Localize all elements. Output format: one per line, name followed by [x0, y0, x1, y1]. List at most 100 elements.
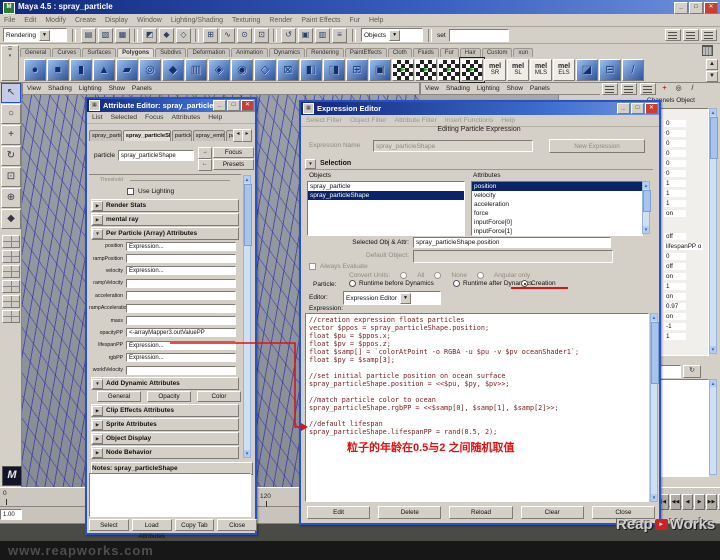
ex-menu-select-filter[interactable]: Select Filter: [306, 117, 342, 124]
layout-four-view-button[interactable]: [2, 250, 20, 263]
layer-list-scrollbar[interactable]: ▲: [709, 379, 717, 475]
poly-cone-icon[interactable]: ▲: [93, 59, 115, 81]
expand-icon[interactable]: ▶: [92, 420, 103, 430]
notes-area[interactable]: [89, 473, 251, 517]
presets-button[interactable]: Presets: [213, 159, 254, 170]
show-layer-editor-icon[interactable]: [621, 83, 637, 95]
playback-[interactable]: ▶: [694, 494, 705, 510]
default-object-field[interactable]: [413, 250, 613, 263]
move-tool[interactable]: +: [1, 125, 21, 145]
select-button[interactable]: Select: [89, 519, 129, 531]
panel-menu-view[interactable]: View: [425, 85, 439, 92]
menu-lighting-shading[interactable]: Lighting/Shading: [171, 17, 223, 24]
maximize-icon[interactable]: □: [227, 100, 240, 111]
quick-select-input[interactable]: [449, 29, 509, 42]
poly-cylinder-icon[interactable]: ▮: [70, 59, 92, 81]
mel-script-els-icon[interactable]: melELS: [553, 59, 575, 81]
ae-tab-spray-particle[interactable]: spray_particle: [89, 130, 122, 141]
selection-header[interactable]: ▼ Selection: [305, 158, 653, 170]
app-minimize-button[interactable]: _: [674, 2, 688, 14]
channel-value[interactable]: 1: [664, 333, 686, 340]
playback-[interactable]: ▶▶: [706, 494, 717, 510]
collapse-icon[interactable]: ▼: [92, 229, 103, 239]
opacity-button[interactable]: Opacity: [147, 391, 191, 402]
app-title-bar[interactable]: M Maya 4.5 : spray_particle _ □ ✕: [0, 0, 720, 14]
menu-fur[interactable]: Fur: [350, 17, 361, 24]
ae-menu-focus[interactable]: Focus: [145, 114, 164, 121]
menuset-dropdown[interactable]: Rendering ▼: [3, 28, 67, 42]
ae-tab-particle[interactable]: particle: [172, 130, 192, 141]
shelf-tab-custom[interactable]: Custom: [482, 48, 513, 57]
channel-value[interactable]: 0: [664, 150, 686, 157]
menu-create[interactable]: Create: [75, 17, 96, 24]
edit-button[interactable]: Edit: [307, 506, 370, 519]
expression-scrollbar[interactable]: ▲ ▼: [650, 313, 658, 502]
scroll-up-icon[interactable]: ▲: [244, 176, 250, 183]
close-button[interactable]: Close: [217, 519, 257, 531]
panel-menu-lighting[interactable]: Lighting: [79, 85, 102, 92]
objects-list[interactable]: spray_particlespray_particleShape: [307, 181, 465, 236]
ae-section-render-stats[interactable]: ▶Render Stats: [91, 199, 239, 212]
shelf-tab-xun[interactable]: xun: [513, 48, 533, 57]
render-flag-icon-2[interactable]: ▸: [415, 59, 437, 81]
convert-units-all-radio[interactable]: [400, 272, 407, 279]
scroll-down-icon[interactable]: ▼: [244, 450, 250, 457]
close-icon[interactable]: ✕: [241, 100, 254, 111]
ipr-render-icon[interactable]: ▥: [315, 28, 330, 43]
channel-value[interactable]: on: [664, 273, 686, 280]
poly-helix-icon[interactable]: ◈: [208, 59, 230, 81]
expand-icon[interactable]: ▶: [92, 215, 103, 225]
expression-name-field[interactable]: spray_particleShape: [373, 140, 533, 152]
channel-menu-object[interactable]: Object: [676, 97, 695, 104]
channel-value[interactable]: lifespanPP o: [664, 243, 703, 250]
ae-menu-attributes[interactable]: Attributes: [172, 114, 201, 121]
ae-attr-field[interactable]: [126, 316, 236, 325]
shelf-tab-fluids[interactable]: Fluids: [413, 48, 439, 57]
pin-out-icon[interactable]: ←: [198, 159, 212, 171]
playback-[interactable]: ◀: [682, 494, 693, 510]
ex-menu-help[interactable]: Help: [501, 117, 515, 124]
minimize-icon[interactable]: _: [213, 100, 226, 111]
channel-value[interactable]: on: [664, 293, 686, 300]
poly-prism-icon[interactable]: ◆: [162, 59, 184, 81]
shelf-tab-fur[interactable]: Fur: [440, 48, 459, 57]
maximize-icon[interactable]: □: [631, 103, 644, 114]
ae-section-clip-effects-attributes[interactable]: ▶Clip Effects Attributes: [91, 404, 239, 417]
ae-section-per-particle-attributes[interactable]: ▼ Per Particle (Array) Attributes: [91, 227, 239, 240]
channel-value[interactable]: on: [664, 210, 686, 217]
select-hierarchy-icon[interactable]: ◩: [142, 28, 157, 43]
ae-attr-field[interactable]: Expression...: [126, 341, 236, 350]
object-item-spray-particleshape[interactable]: spray_particleShape: [308, 191, 464, 200]
layout-persp-multi-button[interactable]: [2, 310, 20, 323]
panel-menu-panels[interactable]: Panels: [530, 85, 550, 92]
render-current-frame-icon[interactable]: ▣: [298, 28, 313, 43]
attribute-item-inputforce-1[interactable]: inputForce[1]: [472, 227, 642, 236]
focus-button[interactable]: Focus: [213, 147, 254, 158]
show-tool-settings-icon[interactable]: [683, 29, 699, 41]
node-name-field[interactable]: spray_particleShape: [118, 150, 194, 161]
ae-section-node-behavior[interactable]: ▶Node Behavior: [91, 446, 239, 459]
selected-obj-attr-field[interactable]: spray_particleShape.position: [413, 237, 611, 248]
shelf-tab-rendering[interactable]: Rendering: [306, 48, 344, 57]
ex-menu-insert-functions[interactable]: Insert Functions: [445, 117, 493, 124]
shelf-tab-dynamics[interactable]: Dynamics: [269, 48, 305, 57]
shelf-scroll-down-icon[interactable]: ▼: [706, 71, 718, 82]
render-flag-icon-1[interactable]: ▸: [392, 59, 414, 81]
poly-split-icon[interactable]: ▣: [369, 59, 391, 81]
snap-point-icon[interactable]: ⊙: [237, 28, 252, 43]
convert-units-angular-radio[interactable]: [477, 272, 484, 279]
wand-tool-icon[interactable]: /: [622, 59, 644, 81]
mel-script-sl-icon[interactable]: melSL: [507, 59, 529, 81]
panel-menu-view[interactable]: View: [27, 85, 41, 92]
channel-value[interactable]: -1: [664, 323, 686, 330]
shelf-tab-curves[interactable]: Curves: [52, 48, 81, 57]
channel-value[interactable]: 1: [664, 180, 686, 187]
clear-button[interactable]: Clear: [521, 506, 584, 519]
poly-pipe-icon[interactable]: ▥: [185, 59, 207, 81]
mel-script-mls-icon[interactable]: melMLS: [530, 59, 552, 81]
channel-value[interactable]: 1: [664, 200, 686, 207]
channel-value[interactable]: 1: [664, 190, 686, 197]
lasso-select-tool[interactable]: ○: [1, 104, 21, 124]
channel-value[interactable]: 0: [664, 120, 686, 127]
ae-menu-help[interactable]: Help: [208, 114, 222, 121]
